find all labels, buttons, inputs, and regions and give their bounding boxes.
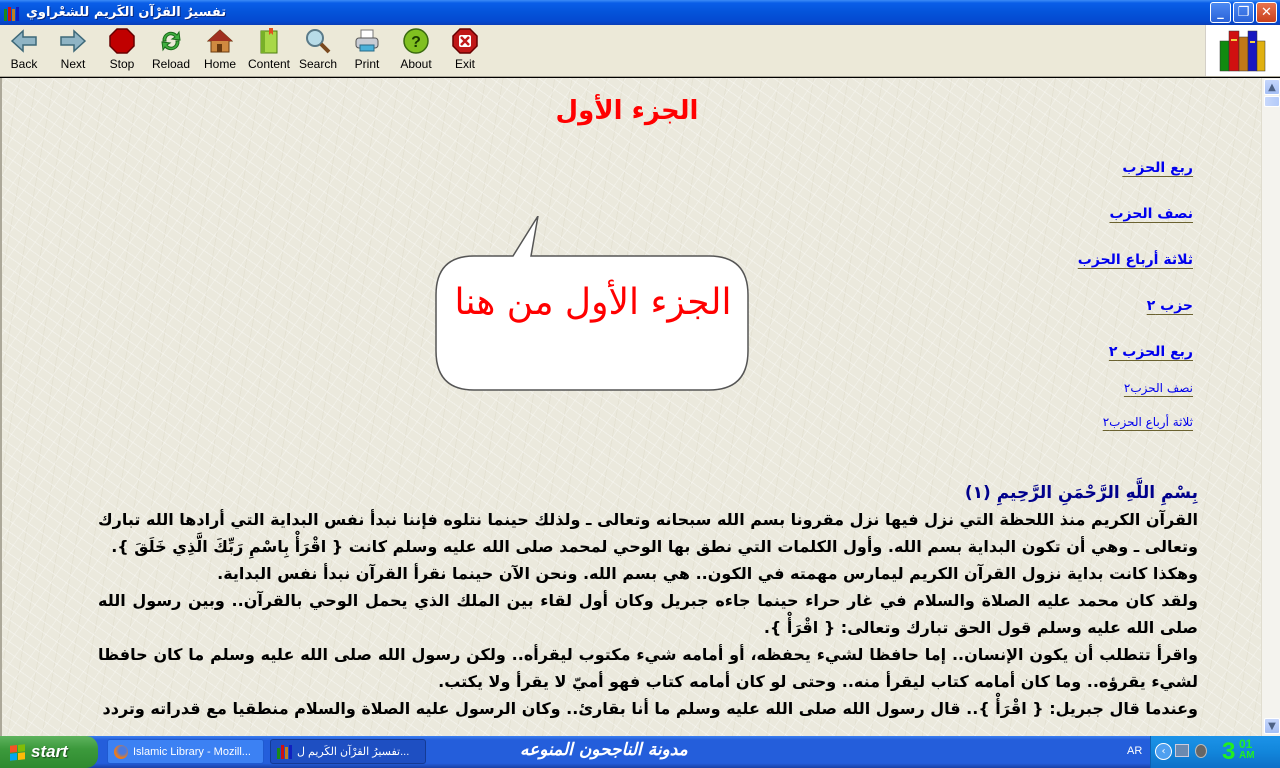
book-icon xyxy=(254,27,284,55)
svg-text:?: ? xyxy=(411,34,421,51)
window-title: تفسيرُ القرْآن الكَريم للشعْراوي xyxy=(26,5,227,20)
hizb-link-quarter[interactable]: ربع الحزب xyxy=(1122,160,1193,176)
minimize-button[interactable]: _ xyxy=(1210,2,1231,23)
hizb-link-three-quarters[interactable]: ثلاثة أرباع الحزب xyxy=(1078,252,1193,268)
basmala: بِسْمِ اللَّهِ الرَّحْمَنِ الرَّحِيمِ (١… xyxy=(964,483,1198,503)
paragraph: ولقد كان محمد عليه الصلاة والسلام في غار… xyxy=(98,591,1198,637)
about-button[interactable]: ? About xyxy=(392,27,440,75)
article: بِسْمِ اللَّهِ الرَّحْمَنِ الرَّحِيمِ (١… xyxy=(98,480,1198,722)
paragraph: وهكذا كانت بداية نزول القرآن الكريم ليما… xyxy=(217,564,1198,583)
paragraph: واقرأ تتطلب أن يكون الإنسان.. إما حافظا … xyxy=(98,645,1198,691)
scroll-up-button[interactable]: ▲ xyxy=(1264,79,1280,95)
taskbar-banner: مدونة الناجحون المنوعه xyxy=(520,740,688,760)
next-button[interactable]: Next xyxy=(49,27,97,75)
system-tray: ‹ xyxy=(1150,736,1280,768)
callout-text: الجزء الأول من هنا xyxy=(454,282,732,323)
title-bar: تفسيرُ القرْآن الكَريم للشعْراوي _ ❐ ✕ xyxy=(0,0,1280,25)
callout-bubble: الجزء الأول من هنا xyxy=(434,216,752,394)
search-button[interactable]: Search xyxy=(294,27,342,75)
start-button[interactable]: start xyxy=(0,736,98,768)
hizb-link-half[interactable]: نصف الحزب xyxy=(1109,206,1193,222)
reload-icon xyxy=(156,27,186,55)
minimize-icon: _ xyxy=(1217,5,1224,20)
help-icon: ? xyxy=(401,27,431,55)
chevron-down-icon: ▼ xyxy=(1268,720,1276,732)
hizb-link-2-quarter[interactable]: ربع الحزب ٢ xyxy=(1109,344,1193,360)
tray-expand-icon[interactable]: ‹ xyxy=(1155,743,1172,760)
magnifier-icon xyxy=(303,27,333,55)
close-icon: ✕ xyxy=(1261,5,1272,20)
books-logo-icon xyxy=(1205,25,1280,76)
stop-icon xyxy=(107,27,137,55)
exit-icon xyxy=(450,27,480,55)
content-area: الجزء الأول ربع الحزب نصف الحزب ثلاثة أر… xyxy=(0,78,1261,736)
printer-icon xyxy=(352,27,382,55)
taskbar-item-tafsir[interactable]: ...تفسيرُ القرْآن الكَريم ل xyxy=(270,739,426,764)
reload-button[interactable]: Reload xyxy=(147,27,195,75)
exit-button[interactable]: Exit xyxy=(441,27,489,75)
content-button[interactable]: Content xyxy=(245,27,293,75)
chevron-up-icon: ▲ xyxy=(1268,81,1276,93)
stop-button[interactable]: Stop xyxy=(98,27,146,75)
paragraph: وعندما قال جبريل: { اقْرَأْ }.. قال رسول… xyxy=(102,699,1198,718)
volume-icon[interactable] xyxy=(1195,744,1207,758)
paragraph: القرآن الكريم منذ اللحظة التي نزل فيها ن… xyxy=(98,510,1198,556)
home-icon xyxy=(205,27,235,55)
home-button[interactable]: Home xyxy=(196,27,244,75)
vertical-scrollbar[interactable]: ▲ ▼ xyxy=(1261,78,1280,736)
restore-icon: ❐ xyxy=(1237,5,1250,20)
hizb-link-2[interactable]: حزب ٢ xyxy=(1147,298,1193,314)
start-label: start xyxy=(31,742,68,761)
page-heading: الجزء الأول xyxy=(555,96,699,126)
hizb-link-2-half[interactable]: نصف الحزب٢ xyxy=(1124,381,1193,395)
back-arrow-icon xyxy=(9,27,39,55)
firefox-icon xyxy=(114,744,128,759)
restore-button[interactable]: ❐ xyxy=(1233,2,1254,23)
clock-hour: 3 xyxy=(1222,738,1236,765)
back-button[interactable]: Back xyxy=(0,27,48,75)
taskbar-item-firefox[interactable]: Islamic Library - Mozill... xyxy=(107,739,264,764)
toolbar: Back Next Stop Reload Home Content Searc… xyxy=(0,25,1280,77)
scroll-down-button[interactable]: ▼ xyxy=(1264,718,1280,734)
hizb-link-2-three-quarters[interactable]: ثلاثة أرباع الحزب٢ xyxy=(1103,415,1193,429)
taskbar: start Islamic Library - Mozill... ...تفس… xyxy=(0,736,1280,768)
network-icon[interactable] xyxy=(1175,744,1189,757)
language-indicator[interactable]: AR xyxy=(1127,745,1142,757)
books-app-icon xyxy=(4,5,20,21)
print-button[interactable]: Print xyxy=(343,27,391,75)
clock-minutes: 01 AM xyxy=(1239,737,1255,761)
books-app-icon xyxy=(277,744,292,759)
windows-logo-icon xyxy=(10,743,25,761)
next-arrow-icon xyxy=(58,27,88,55)
close-button[interactable]: ✕ xyxy=(1256,2,1277,23)
scroll-thumb[interactable] xyxy=(1264,96,1280,107)
